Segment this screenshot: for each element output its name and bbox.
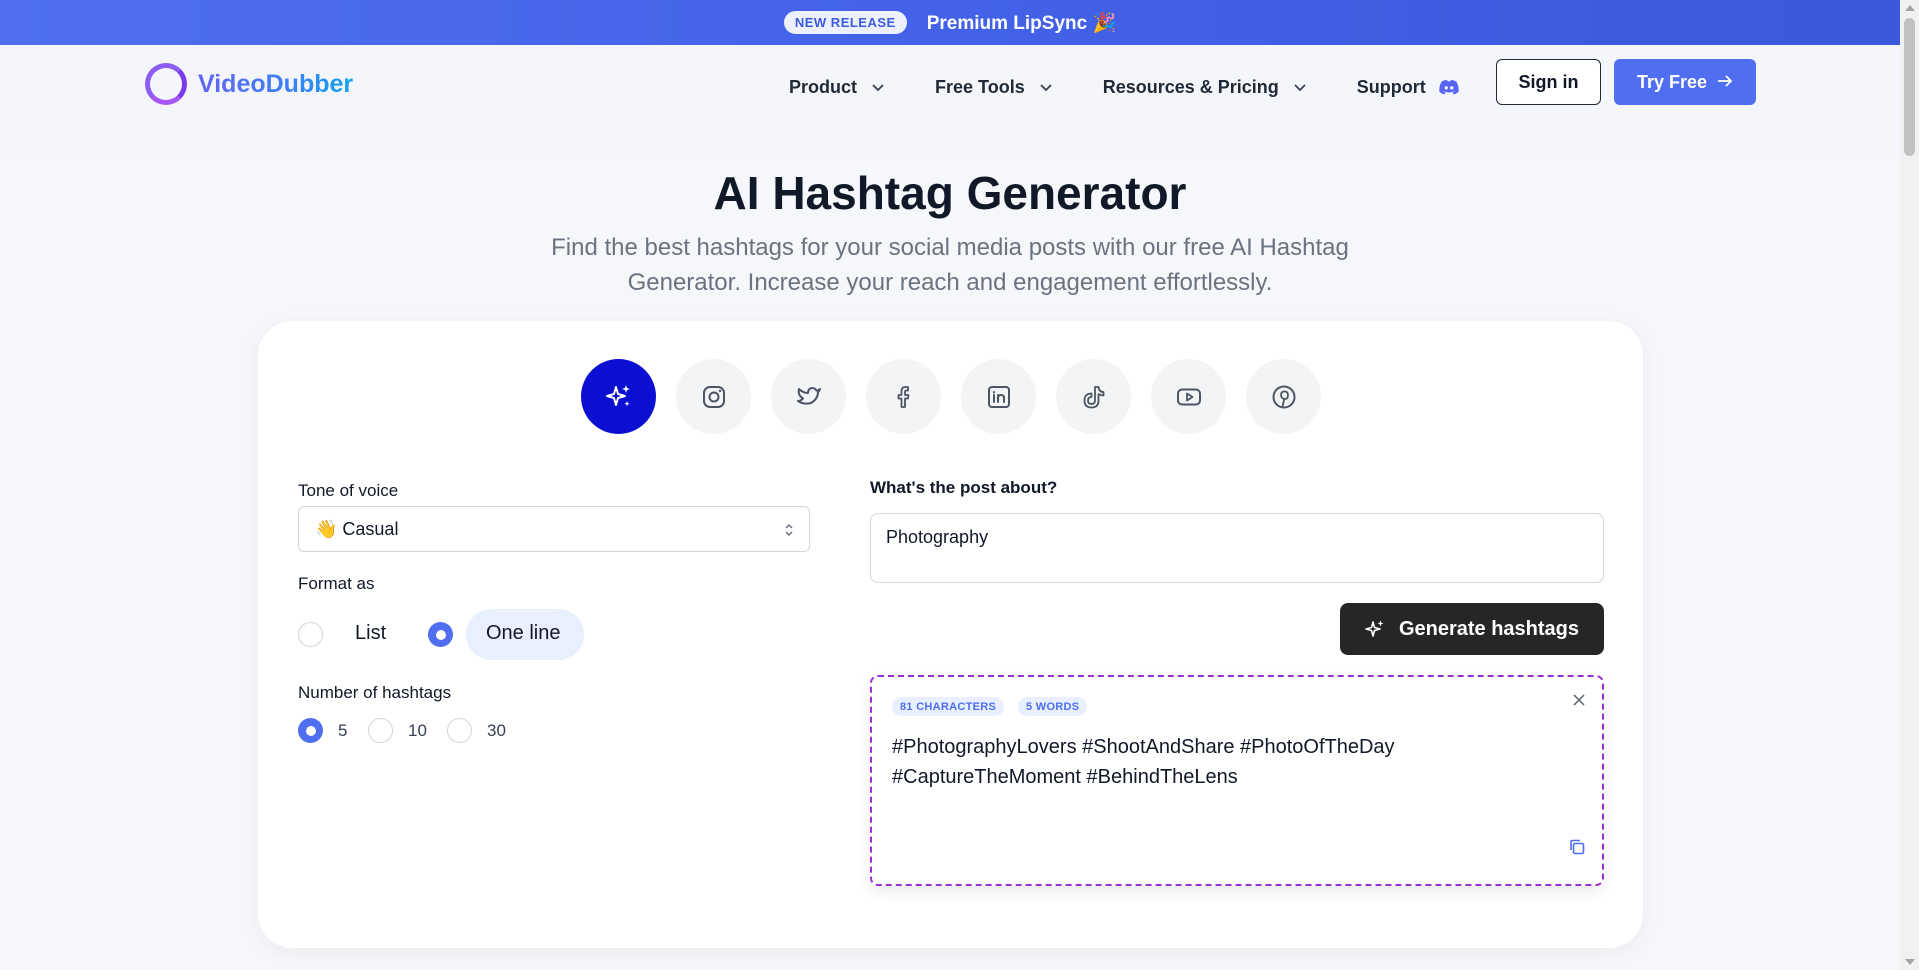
- logo-ring-icon: [145, 63, 187, 105]
- nav-resources-pricing[interactable]: Resources & Pricing: [1103, 77, 1307, 98]
- character-count-badge: 81 CHARACTERS: [892, 697, 1005, 716]
- try-free-label: Try Free: [1636, 71, 1708, 92]
- generate-hashtags-label: Generate hashtags: [1398, 617, 1580, 640]
- count-label: Number of hashtags: [298, 683, 452, 702]
- try-free-button[interactable]: Try Free: [1614, 59, 1756, 105]
- platform-twitter[interactable]: [771, 359, 846, 434]
- twitter-icon: [796, 386, 821, 405]
- nav-product[interactable]: Product: [789, 77, 885, 98]
- nav-free-tools-label: Free Tools: [935, 76, 1025, 97]
- copy-icon[interactable]: [1568, 838, 1586, 856]
- count-10-radio[interactable]: [368, 718, 393, 743]
- format-list-label[interactable]: List: [355, 622, 386, 645]
- scroll-down-icon[interactable]: [1905, 959, 1915, 965]
- nav-resources-label: Resources & Pricing: [1102, 76, 1279, 97]
- chevron-down-icon: [1039, 80, 1053, 94]
- generate-hashtags-button[interactable]: Generate hashtags: [1340, 603, 1604, 655]
- new-release-badge: NEW RELEASE: [783, 11, 907, 34]
- platform-youtube[interactable]: [1151, 359, 1226, 434]
- tiktok-icon: [1083, 385, 1104, 408]
- format-label: Format as: [298, 574, 375, 593]
- nav-product-label: Product: [789, 76, 858, 97]
- format-one-line-radio[interactable]: [428, 622, 453, 647]
- count-30-label[interactable]: 30: [487, 721, 506, 741]
- scroll-up-icon[interactable]: [1905, 5, 1915, 11]
- word-count-badge: 5 WORDS: [1018, 697, 1088, 716]
- sparkle-icon: [1365, 620, 1384, 637]
- chevron-down-icon: [1293, 80, 1307, 94]
- logo-text: VideoDubber: [198, 69, 354, 98]
- format-one-line-label[interactable]: One line: [486, 622, 561, 645]
- platform-ai[interactable]: [581, 359, 656, 434]
- platform-selector: [581, 359, 1321, 434]
- main-nav: Product Free Tools Resources & Pricing S…: [789, 72, 1488, 102]
- arrow-right-icon: [1717, 72, 1733, 93]
- close-icon[interactable]: [1572, 693, 1586, 707]
- nav-support-label: Support: [1356, 76, 1426, 97]
- discord-icon: [1438, 78, 1460, 96]
- generated-hashtags: #PhotographyLovers #ShootAndShare #Photo…: [892, 736, 1395, 788]
- tone-value: 👋 Casual: [315, 518, 399, 539]
- site-header: VideoDubber Product Free Tools Resources…: [0, 45, 1900, 153]
- count-10-label[interactable]: 10: [408, 721, 427, 741]
- count-30-radio[interactable]: [447, 718, 472, 743]
- promo-banner[interactable]: NEW RELEASE Premium LipSync 🎉: [0, 0, 1900, 45]
- page-title: AI Hashtag Generator: [713, 167, 1187, 219]
- select-arrows-icon: [785, 523, 793, 537]
- chevron-down-icon: [871, 80, 885, 94]
- tone-select[interactable]: 👋 Casual: [298, 506, 810, 552]
- instagram-icon: [702, 385, 725, 408]
- page-scrollbar[interactable]: [1900, 0, 1919, 970]
- scrollbar-thumb[interactable]: [1904, 18, 1915, 156]
- linkedin-icon: [987, 385, 1010, 408]
- count-5-label[interactable]: 5: [338, 721, 347, 741]
- platform-linkedin[interactable]: [961, 359, 1036, 434]
- generator-card: Tone of voice 👋 Casual Format as List On…: [258, 321, 1643, 948]
- platform-tiktok[interactable]: [1056, 359, 1131, 434]
- page-subtitle: Find the best hashtags for your social m…: [551, 234, 1349, 296]
- pinterest-icon: [1272, 385, 1295, 408]
- promo-text[interactable]: Premium LipSync 🎉: [927, 11, 1116, 35]
- count-5-radio[interactable]: [298, 718, 323, 743]
- platform-facebook[interactable]: [866, 359, 941, 434]
- post-about-input[interactable]: Photography: [870, 513, 1604, 583]
- platform-instagram[interactable]: [676, 359, 751, 434]
- tone-label: Tone of voice: [298, 481, 399, 500]
- ai-sparkle-icon: [605, 384, 630, 406]
- logo[interactable]: VideoDubber: [145, 63, 353, 105]
- sign-in-button[interactable]: Sign in: [1496, 59, 1601, 105]
- nav-support[interactable]: Support: [1357, 77, 1460, 98]
- platform-pinterest[interactable]: [1246, 359, 1321, 434]
- post-about-label: What's the post about?: [870, 478, 1058, 497]
- format-list-radio[interactable]: [298, 622, 323, 647]
- result-box: 81 CHARACTERS 5 WORDS #PhotographyLovers…: [870, 675, 1604, 886]
- nav-free-tools[interactable]: Free Tools: [935, 77, 1053, 98]
- youtube-icon: [1176, 388, 1201, 405]
- facebook-icon: [897, 385, 909, 408]
